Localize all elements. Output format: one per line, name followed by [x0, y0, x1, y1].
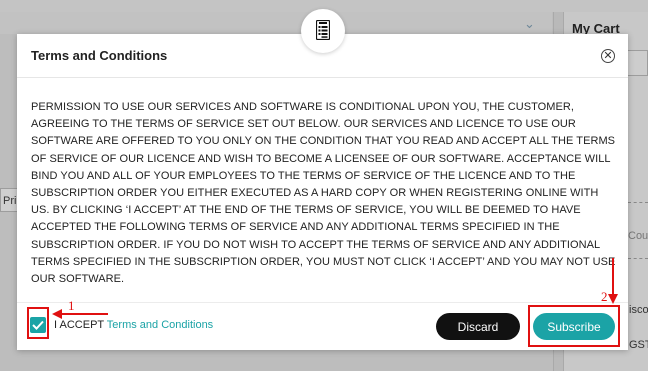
annotation-arrows — [52, 258, 618, 319]
annotation-arrowhead-2 — [608, 294, 618, 304]
document-list-icon — [301, 9, 345, 53]
annotation-arrowhead-1 — [52, 309, 62, 319]
